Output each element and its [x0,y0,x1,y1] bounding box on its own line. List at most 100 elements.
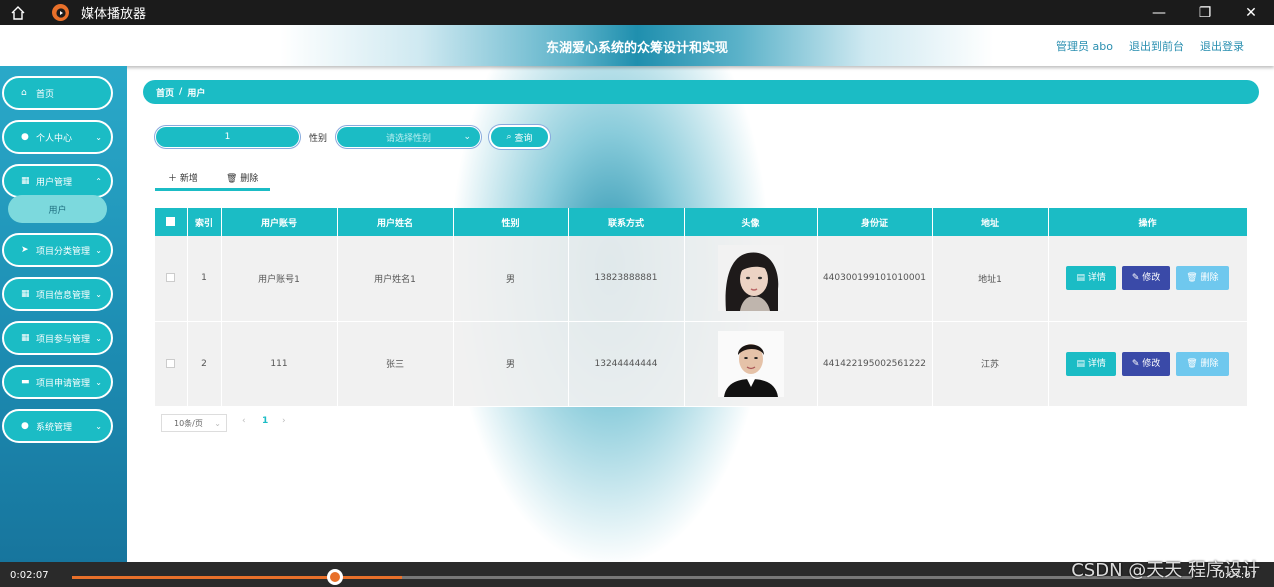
sidebar-item-label: 系统管理 [36,422,73,433]
sidebar-item-label: 个人中心 [36,133,73,144]
edit-button[interactable]: ✎ 修改 [1121,266,1171,291]
query-button-label: 查询 [514,133,533,144]
exit-to-front-link[interactable]: 退出到前台 [1129,38,1184,54]
row-checkbox[interactable] [155,321,188,407]
minimize-icon[interactable]: — [1136,0,1182,25]
media-player-logo-icon [52,4,69,21]
sidebar-item-project-info[interactable]: ▦ 项目信息管理 ⌄ [2,277,113,311]
cell-index: 2 [187,321,222,407]
sidebar-item-user-management[interactable]: ▦ 用户管理 ⌃ [2,164,113,198]
top-header: 东湖爱心系统的众筹设计和实现 管理员 abo 退出到前台 退出登录 [0,25,1274,66]
sidebar-item-label: 项目分类管理 [36,246,91,257]
sidebar-item-project-participation[interactable]: ▦ 项目参与管理 ⌄ [2,321,113,355]
sidebar-item-personal-center[interactable]: ● 个人中心 ⌄ [2,120,113,154]
player-titlebar: 媒体播放器 — ❐ ✕ [0,0,1274,25]
chevron-up-icon: ⌃ [95,176,102,186]
restore-icon[interactable]: ❐ [1182,0,1228,25]
logout-link[interactable]: 退出登录 [1200,38,1244,54]
prev-page-icon[interactable]: ‹ [242,416,246,426]
table-row: 1 用户账号1 用户姓名1 男 13823888881 440300199101… [155,236,1248,322]
column-header: 用户账号 [221,208,338,236]
cell-index: 1 [187,236,222,322]
breadcrumb: 首页 / 用户 [143,80,1259,104]
detail-button[interactable]: ▤ 详情 [1066,351,1116,376]
sidebar-item-label: 用户管理 [36,177,73,188]
sidebar-item-home[interactable]: ⌂ 首页 [2,76,113,110]
query-button[interactable]: ⌕ 查询 [489,125,550,149]
cell-actions: ▤ 详情 ✎ 修改 🗑︎ 删除 [1048,321,1248,407]
sidebar-item-label: 项目参与管理 [36,334,91,345]
page-size-label: 10条/页 [174,418,203,428]
cell-address: 地址1 [932,236,1049,322]
edit-button[interactable]: ✎ 修改 [1121,351,1171,376]
sidebar-subitem-users[interactable]: 用户 [8,195,107,223]
trash-icon: 🗑︎ [226,174,241,184]
detail-button[interactable]: ▤ 详情 [1066,266,1116,291]
cell-phone: 13244444444 [568,321,685,407]
column-header: 身份证 [817,208,933,236]
account-search-input[interactable]: 1 [155,126,300,148]
grid-icon: ▦ [21,289,30,299]
gender-label: 性别 [309,134,328,144]
pencil-icon: ✎ [1131,273,1143,284]
row-checkbox[interactable] [155,236,188,322]
plus-icon: ＋ [168,174,180,184]
current-page-number[interactable]: 1 [262,416,268,426]
column-header: 用户姓名 [337,208,454,236]
sidebar-item-label: 项目申请管理 [36,378,91,389]
chevron-down-icon: ⌄ [214,418,221,428]
cell-avatar [684,321,818,407]
chevron-down-icon: ⌄ [95,377,102,387]
sidebar-item-project-category[interactable]: ➤ 项目分类管理 ⌄ [2,233,113,267]
action-tab-underline [155,188,270,191]
add-button[interactable]: ＋ 新增 [168,171,198,184]
column-header: 地址 [932,208,1049,236]
send-icon: ➤ [21,245,29,255]
current-time: 0:02:07 [10,570,49,581]
grid-icon: ▦ [21,333,30,343]
add-button-label: 新增 [179,174,198,184]
avatar-man-photo [717,330,784,397]
avatar-woman-photo [717,245,784,312]
batch-delete-label: 删除 [240,174,259,184]
users-table: 索引 用户账号 用户姓名 性别 联系方式 头像 身份证 地址 操作 1 用户账号… [155,208,1248,407]
seek-handle[interactable] [327,569,343,585]
delete-button[interactable]: 🗑︎ 删除 [1176,266,1229,291]
document-icon: ▤ [1076,273,1088,284]
sidebar-item-project-application[interactable]: ▬ 项目申请管理 ⌄ [2,365,113,399]
breadcrumb-home[interactable]: 首页 [156,86,174,99]
chevron-down-icon: ⌄ [95,333,102,343]
chevron-down-icon: ⌄ [463,132,471,142]
batch-delete-button[interactable]: 🗑︎ 删除 [226,171,258,184]
next-page-icon[interactable]: › [282,416,286,426]
table-header-row: 索引 用户账号 用户姓名 性别 联系方式 头像 身份证 地址 操作 [155,208,1248,236]
chevron-down-icon: ⌄ [95,132,102,142]
home-icon: ⌂ [21,88,27,98]
select-all-checkbox[interactable] [155,208,188,236]
breadcrumb-separator: / [179,87,183,97]
cell-name: 张三 [337,321,454,407]
cell-gender: 男 [453,321,569,407]
page-size-select[interactable]: 10条/页 ⌄ [161,414,227,432]
delete-button[interactable]: 🗑︎ 删除 [1176,351,1229,376]
chevron-down-icon: ⌄ [95,289,102,299]
briefcase-icon: ▬ [21,377,30,387]
pencil-icon: ✎ [1131,358,1143,369]
app-viewport: 东湖爱心系统的众筹设计和实现 管理员 abo 退出到前台 退出登录 ⌂ 首页 ●… [0,25,1274,562]
cell-phone: 13823888881 [568,236,685,322]
gender-select-placeholder: 请选择性别 [385,133,431,144]
column-header: 操作 [1048,208,1248,236]
chevron-down-icon: ⌄ [95,421,102,431]
grid-icon: ▦ [21,176,30,186]
cell-name: 用户姓名1 [337,236,454,322]
seek-bar[interactable] [72,576,1192,579]
chevron-down-icon: ⌄ [95,245,102,255]
table-row: 2 111 张三 男 13244444444 44142219500256122… [155,321,1248,407]
player-title: 媒体播放器 [81,7,147,22]
close-icon[interactable]: ✕ [1228,0,1274,25]
seek-bar-progress [72,576,403,579]
sidebar-item-system-management[interactable]: ● 系统管理 ⌄ [2,409,113,443]
home-icon[interactable] [0,0,36,25]
sidebar-item-label: 项目信息管理 [36,290,91,301]
gender-select[interactable]: 请选择性别 ⌄ [336,126,481,148]
